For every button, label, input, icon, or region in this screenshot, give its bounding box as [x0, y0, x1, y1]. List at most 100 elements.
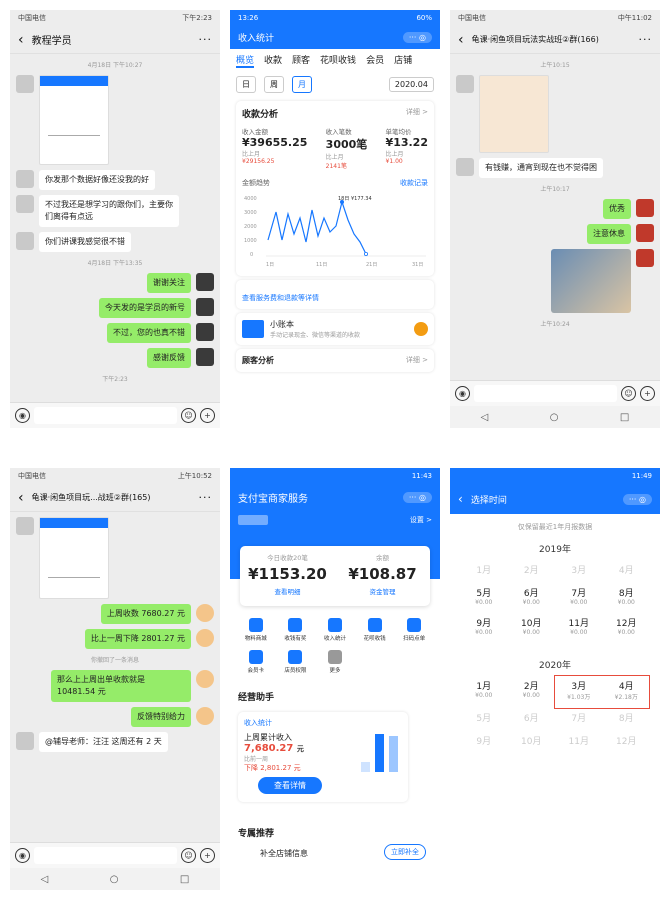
- photo-image[interactable]: [551, 249, 631, 313]
- message-bubble[interactable]: 谢谢关注: [147, 273, 191, 293]
- detail-link[interactable]: 详细 >: [406, 107, 428, 120]
- message-bubble[interactable]: 优秀: [603, 199, 631, 219]
- avatar[interactable]: [196, 707, 214, 725]
- avatar[interactable]: [16, 232, 34, 250]
- avatar[interactable]: [196, 323, 214, 341]
- message-bubble[interactable]: 不过，您的也真不错: [107, 323, 191, 343]
- back-icon[interactable]: ‹: [18, 32, 24, 48]
- month-cell[interactable]: 6月 ¥0.00: [508, 586, 556, 606]
- tab-store[interactable]: 店铺: [394, 53, 412, 68]
- voice-icon[interactable]: ◉: [455, 386, 470, 401]
- back-nav-icon[interactable]: ◁: [41, 874, 49, 885]
- range-month[interactable]: 月: [292, 76, 312, 93]
- message-bubble[interactable]: 上周收数 7680.27 元: [100, 604, 191, 624]
- month-cell[interactable]: 10月 ¥0.00: [508, 616, 556, 636]
- back-icon[interactable]: ‹: [18, 490, 24, 506]
- back-nav-icon[interactable]: ◁: [481, 412, 489, 423]
- month-cell[interactable]: 2月 ¥0.00: [508, 679, 556, 701]
- avatar[interactable]: [196, 273, 214, 291]
- screenshot-image[interactable]: [39, 517, 109, 599]
- message-bubble[interactable]: 感谢反馈: [147, 348, 191, 368]
- customer-analysis-card[interactable]: 顾客分析 详细 >: [236, 349, 434, 372]
- emoji-icon[interactable]: ☺: [181, 848, 196, 863]
- month-cell[interactable]: 5月 ¥0.00: [460, 586, 508, 606]
- message-bubble[interactable]: 今天发的是学员的新号: [99, 298, 191, 318]
- more-icon[interactable]: ···: [639, 33, 653, 46]
- avatar[interactable]: [196, 298, 214, 316]
- menu-capsule[interactable]: ··· ◎: [622, 493, 652, 505]
- plus-icon[interactable]: +: [200, 848, 215, 863]
- record-link[interactable]: 收款记录: [400, 178, 428, 188]
- ledger-card[interactable]: 小账本 手动记录现金、微信等渠道的收款: [236, 313, 434, 345]
- balance[interactable]: 余额 ¥108.87 资金管理: [335, 546, 430, 606]
- avatar[interactable]: [636, 224, 654, 242]
- message-input[interactable]: [34, 847, 177, 864]
- emoji-icon[interactable]: ☺: [181, 408, 196, 423]
- recent-nav-icon[interactable]: □: [180, 874, 189, 885]
- shop-supplies-button[interactable]: 物料商城: [236, 618, 276, 642]
- reward-button[interactable]: 收钱有奖: [276, 618, 316, 642]
- message-bubble[interactable]: 比上一周下降 2801.27 元: [84, 629, 191, 649]
- settings-link[interactable]: 设置 >: [410, 515, 432, 525]
- menu-capsule[interactable]: ··· ◎: [402, 32, 432, 43]
- message-bubble[interactable]: @辅导老师：汪汪 这周还有 2 天: [39, 732, 168, 752]
- message-bubble[interactable]: 那么上上周出单收款就是 10481.54 元: [51, 670, 191, 702]
- avatar[interactable]: [196, 629, 214, 647]
- avatar[interactable]: [196, 670, 214, 688]
- screenshot-image[interactable]: [39, 75, 109, 165]
- tab-customers[interactable]: 顾客: [292, 53, 310, 68]
- avatar[interactable]: [196, 348, 214, 366]
- voice-icon[interactable]: ◉: [15, 848, 30, 863]
- avatar[interactable]: [636, 199, 654, 217]
- staff-permission-button[interactable]: 店员权限: [276, 650, 316, 674]
- month-cell[interactable]: 9月 ¥0.00: [460, 616, 508, 636]
- income-stats-button[interactable]: 收入统计: [315, 618, 355, 642]
- menu-capsule[interactable]: ··· ◎: [402, 492, 432, 503]
- month-cell[interactable]: 7月 ¥0.00: [555, 586, 603, 606]
- range-week[interactable]: 周: [264, 76, 284, 93]
- avatar[interactable]: [16, 517, 34, 535]
- month-cell[interactable]: 1月 ¥0.00: [460, 679, 508, 701]
- fill-now-button[interactable]: 立即补全: [384, 844, 426, 860]
- date-picker[interactable]: 2020.04: [388, 77, 434, 92]
- back-icon[interactable]: ‹: [458, 492, 463, 506]
- huabei-button[interactable]: 花呗收钱: [355, 618, 395, 642]
- range-day[interactable]: 日: [236, 76, 256, 93]
- scan-order-button[interactable]: 扫码点单: [394, 618, 434, 642]
- message-bubble[interactable]: 有钱赚，通宵到现在也不觉得困: [479, 158, 603, 178]
- fee-link-row[interactable]: 查看服务费和退款等详情: [236, 280, 434, 309]
- home-nav-icon[interactable]: ○: [550, 412, 559, 423]
- voice-icon[interactable]: ◉: [15, 408, 30, 423]
- screenshot-image[interactable]: [479, 75, 549, 153]
- tab-overview[interactable]: 概览: [236, 53, 255, 68]
- avatar[interactable]: [456, 158, 474, 176]
- message-bubble[interactable]: 注意休息: [587, 224, 631, 244]
- month-cell[interactable]: 12月 ¥0.00: [603, 616, 651, 636]
- avatar[interactable]: [636, 249, 654, 267]
- month-cell[interactable]: 8月 ¥0.00: [603, 586, 651, 606]
- more-icon[interactable]: ···: [199, 33, 213, 46]
- emoji-icon[interactable]: ☺: [621, 386, 636, 401]
- back-icon[interactable]: ‹: [458, 32, 464, 48]
- home-nav-icon[interactable]: ○: [110, 874, 119, 885]
- avatar[interactable]: [196, 604, 214, 622]
- member-card-button[interactable]: 会员卡: [236, 650, 276, 674]
- avatar[interactable]: [456, 75, 474, 93]
- plus-icon[interactable]: +: [640, 386, 655, 401]
- tab-huabei[interactable]: 花呗收钱: [320, 53, 356, 68]
- plus-icon[interactable]: +: [200, 408, 215, 423]
- message-bubble[interactable]: 不过我还是想学习的跟你们，主要你们离得有点远: [39, 195, 179, 227]
- month-cell[interactable]: 11月 ¥0.00: [555, 616, 603, 636]
- message-bubble[interactable]: 你发那个数据好像还没我的好: [39, 170, 155, 190]
- view-detail-button[interactable]: 查看详情: [258, 777, 322, 794]
- avatar[interactable]: [16, 170, 34, 188]
- tab-collection[interactable]: 收款: [264, 53, 282, 68]
- message-bubble[interactable]: 反馈特别给力: [131, 707, 191, 727]
- more-button[interactable]: 更多: [315, 650, 355, 674]
- tab-members[interactable]: 会员: [366, 53, 384, 68]
- today-income[interactable]: 今日收款20笔 ¥1153.20 查看明细: [240, 546, 335, 606]
- message-bubble[interactable]: 你们讲课我感觉很不错: [39, 232, 131, 252]
- more-icon[interactable]: ···: [199, 491, 213, 504]
- recent-nav-icon[interactable]: □: [620, 412, 629, 423]
- message-input[interactable]: [34, 407, 177, 424]
